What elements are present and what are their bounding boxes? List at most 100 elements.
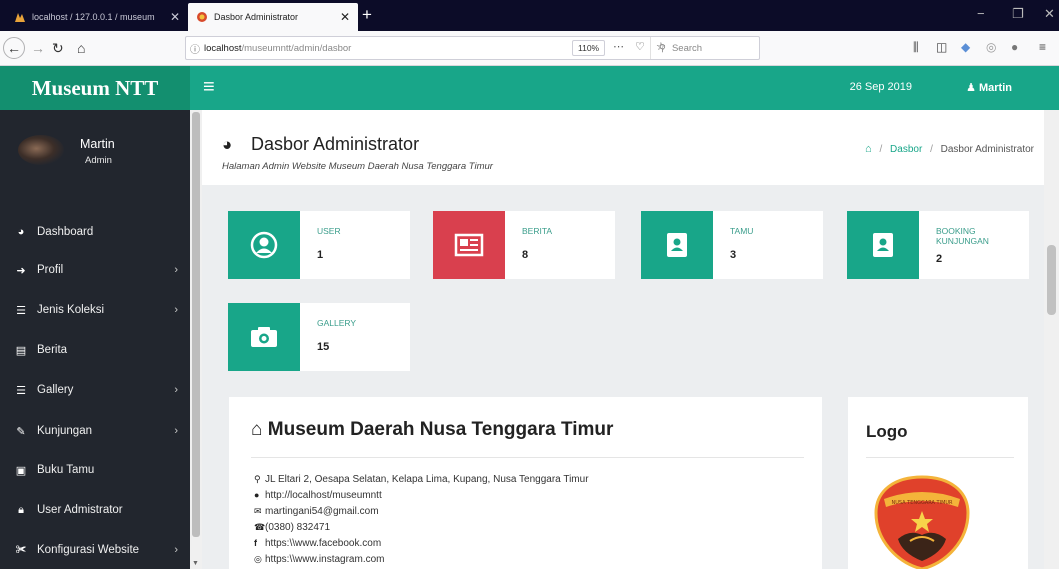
extension-icon[interactable]: ◆ <box>961 40 970 54</box>
sidebar-scrollbar[interactable]: ▼ <box>190 110 202 569</box>
search-input[interactable]: ⚲ Search <box>650 37 760 59</box>
stat-card-gallery[interactable]: GALLERY 15 <box>228 303 410 371</box>
lock-icon: 🔒︎ <box>18 503 24 516</box>
page-subtitle: Halaman Admin Website Museum Daerah Nusa… <box>222 161 493 172</box>
stat-label: BOOKING KUNJUNGAN <box>936 226 989 246</box>
book-icon: ▣ <box>15 464 27 477</box>
stat-card-tamu[interactable]: TAMU 3 <box>641 211 823 279</box>
close-tab-icon[interactable]: ✕ <box>170 10 180 24</box>
phone-line: ☎(0380) 832471 <box>254 522 331 533</box>
menu-icon[interactable]: ≡ <box>1039 40 1046 54</box>
address-book-icon <box>641 211 713 279</box>
sidebar-item-buku-tamu[interactable]: ▣ Buku Tamu <box>0 450 190 490</box>
scroll-down-icon[interactable]: ▼ <box>192 560 199 567</box>
stat-card-user[interactable]: USER 1 <box>228 211 410 279</box>
brand-logo[interactable]: Museum NTT <box>0 66 190 110</box>
website-line: ● http://localhost/museumntt <box>254 490 382 501</box>
avatar <box>18 135 64 165</box>
facebook-icon: f <box>254 538 257 548</box>
sidebar-item-label: Dashboard <box>37 226 94 238</box>
browser-tab-bar: localhost / 127.0.0.1 / museum ✕ Dasbor … <box>0 0 1059 31</box>
facebook-line: f https:\\www.facebook.com <box>254 538 382 549</box>
scrollbar-thumb[interactable] <box>192 112 200 537</box>
breadcrumb-separator: / <box>879 144 883 155</box>
url-text[interactable]: localhost/museumntt/admin/dasbor <box>204 43 351 54</box>
reload-icon[interactable]: ↻ <box>52 39 64 57</box>
minimize-icon[interactable]: − <box>977 6 985 21</box>
page-scrollbar[interactable] <box>1044 110 1059 569</box>
info-icon[interactable]: ⓘ <box>186 41 204 56</box>
pencil-icon: ✎ <box>16 425 26 438</box>
sidebar-item-label: Berita <box>37 344 68 356</box>
new-tab-button[interactable]: + <box>362 6 372 23</box>
card-title: Logo <box>866 422 908 441</box>
url-bar[interactable]: ⓘ localhost/museumntt/admin/dasbor 110% … <box>185 36 760 60</box>
sidebar-item-dashboard[interactable]: ◕ Dashboard <box>0 212 190 252</box>
sidebar-item-label: Profil <box>37 264 64 276</box>
phpmyadmin-icon <box>15 13 25 22</box>
instagram-line: ◎ https:\\www.instagram.com <box>254 554 385 565</box>
top-navbar: ≡ 26 Sep 2019 ♟ Martin <box>190 66 1059 110</box>
tab-title: Dasbor Administrator <box>214 12 299 22</box>
dashboard-icon: ◕ <box>222 135 233 154</box>
current-date: 26 Sep 2019 <box>849 81 912 93</box>
close-window-icon[interactable]: ✕ <box>1044 6 1055 22</box>
sidebar-item-jenis-koleksi[interactable]: ☰ Jenis Koleksi › <box>0 290 190 330</box>
stat-card-berita[interactable]: BERITA 8 <box>433 211 615 279</box>
stat-label: USER <box>317 226 341 236</box>
wrench-icon: ✀ <box>15 543 27 556</box>
museum-favicon-icon <box>197 12 207 22</box>
user-menu[interactable]: ♟ Martin <box>966 81 1012 94</box>
user-icon <box>228 211 300 279</box>
forward-arrow-icon[interactable]: → <box>31 39 45 57</box>
browser-tab-dasbor[interactable]: Dasbor Administrator ✕ <box>188 3 358 31</box>
restore-icon[interactable]: ❐ <box>1012 6 1024 22</box>
phone-icon: ☎ <box>254 522 266 532</box>
sidebar-item-konfigurasi-website[interactable]: ✀ Konfigurasi Website › <box>0 530 190 570</box>
sidebar-item-gallery[interactable]: ☰ Gallery › <box>0 370 190 410</box>
newspaper-icon: ▤ <box>15 344 27 357</box>
card-title: ⌂ Museum Daerah Nusa Tenggara Timur <box>251 419 614 440</box>
chevron-right-icon: › <box>174 425 178 437</box>
library-icon[interactable]: ⫼ <box>913 40 919 55</box>
sidebar-item-label: User Admistrator <box>37 504 123 516</box>
extension-icon[interactable]: ◎ <box>986 40 996 54</box>
home-icon[interactable]: ⌂ <box>865 143 872 155</box>
sidebar-item-label: Gallery <box>37 384 74 396</box>
globe-icon: ● <box>254 490 260 500</box>
breadcrumb: ⌂ / Dasbor / Dasbor Administrator <box>865 143 1034 155</box>
envelope-icon: ✉ <box>254 506 262 516</box>
svg-text:NUSA TENGGARA TIMUR: NUSA TENGGARA TIMUR <box>891 500 953 506</box>
search-icon: ⚲ <box>659 42 666 54</box>
newspaper-icon <box>433 211 505 279</box>
user-role: Admin <box>85 155 112 166</box>
sidebar-item-kunjungan[interactable]: ✎ Kunjungan › <box>0 411 190 451</box>
breadcrumb-separator: / <box>930 144 933 155</box>
sidebar-item-label: Buku Tamu <box>37 464 95 476</box>
sidebar-item-berita[interactable]: ▤ Berita <box>0 330 190 370</box>
stat-card-booking-kunjungan[interactable]: BOOKING KUNJUNGAN 2 <box>847 211 1029 279</box>
logo-card: Logo NUSA TENGGARA TIMUR <box>848 397 1028 569</box>
extension-icon[interactable]: ● <box>1011 40 1018 54</box>
user-menu-label: Martin <box>979 82 1012 94</box>
close-tab-icon[interactable]: ✕ <box>340 10 350 24</box>
chevron-right-icon: › <box>174 264 178 276</box>
scrollbar-thumb[interactable] <box>1047 245 1056 315</box>
sidebar-item-user-admistrator[interactable]: 🔒︎ User Admistrator <box>0 490 190 530</box>
home-icon[interactable]: ⌂ <box>77 39 85 57</box>
zoom-indicator[interactable]: 110% <box>572 40 606 56</box>
sidebar-item-profil[interactable]: ➜ Profil › <box>0 250 190 290</box>
stat-label: TAMU <box>730 226 754 236</box>
user-name: Martin <box>80 137 115 151</box>
stat-value: 1 <box>317 249 324 261</box>
sidebar-toggle-icon[interactable]: ◫ <box>936 40 947 54</box>
chevron-right-icon: › <box>174 384 178 396</box>
browser-tab-phpmyadmin[interactable]: localhost / 127.0.0.1 / museum ✕ <box>6 3 188 31</box>
page-header: ◕ Dasbor Administrator Halaman Admin Web… <box>202 110 1044 185</box>
hamburger-menu-icon[interactable]: ≡ <box>203 76 215 98</box>
breadcrumb-link-dasbor[interactable]: Dasbor <box>890 144 922 155</box>
stat-value: 8 <box>522 249 529 261</box>
search-placeholder: Search <box>671 42 703 54</box>
back-arrow-icon[interactable]: ← <box>3 37 25 59</box>
address-book-icon <box>847 211 919 279</box>
